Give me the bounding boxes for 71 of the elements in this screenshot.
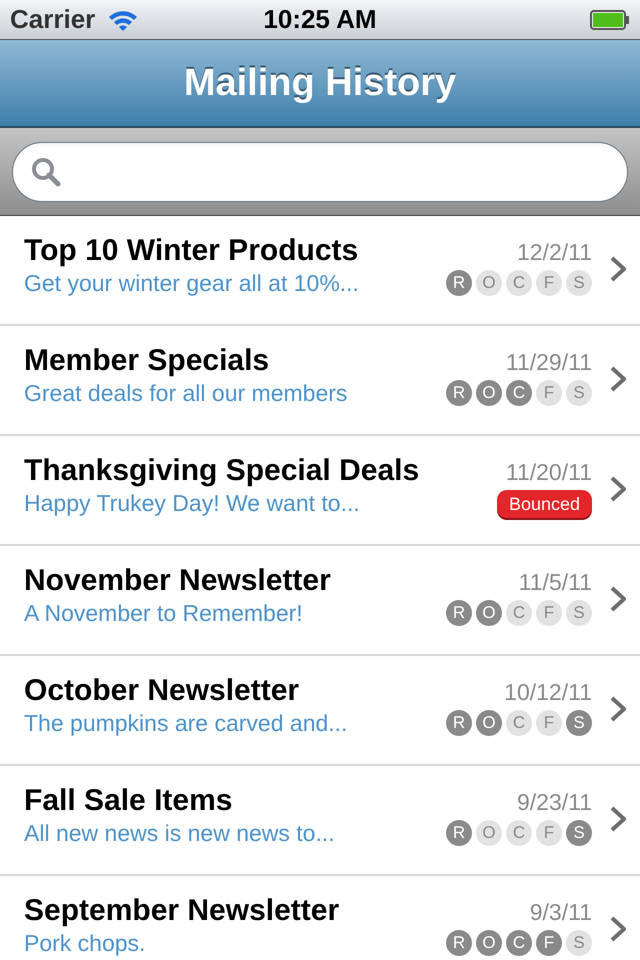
stat-indicator: C bbox=[506, 380, 532, 406]
bounced-badge: Bounced bbox=[496, 490, 592, 518]
stat-indicator: C bbox=[506, 930, 532, 956]
stat-indicator: O bbox=[476, 930, 502, 956]
mailing-title: Fall Sale Items bbox=[24, 784, 234, 818]
stat-indicator: S bbox=[566, 930, 592, 956]
stat-indicator: R bbox=[446, 270, 472, 296]
mailing-title: Member Specials bbox=[24, 344, 270, 378]
chevron-icon bbox=[610, 696, 626, 722]
mailing-date: 9/23/11 bbox=[516, 788, 592, 816]
stat-indicator: S bbox=[566, 380, 592, 406]
mailing-row[interactable]: Fall Sale Items All new news is new news to... 9/23/11 R O C F S bbox=[0, 766, 640, 876]
stat-indicator: F bbox=[536, 380, 562, 406]
chevron-icon bbox=[610, 806, 626, 832]
mailing-row[interactable]: November Newsletter A November to Remember! 11/5/11 R O C F S bbox=[0, 546, 640, 656]
mailing-date: 11/20/11 bbox=[506, 458, 592, 486]
mailing-row[interactable]: September Newsletter Pork chops. 9/3/11 R O C F S bbox=[0, 876, 640, 960]
stat-indicator: R bbox=[446, 710, 472, 736]
stat-indicator: C bbox=[506, 270, 532, 296]
stat-indicator: S bbox=[566, 820, 592, 846]
stat-indicator: O bbox=[476, 600, 502, 626]
chevron-icon bbox=[610, 256, 626, 282]
mailing-date: 10/12/11 bbox=[504, 678, 592, 706]
stat-indicator: F bbox=[536, 820, 562, 846]
stat-indicator: R bbox=[446, 930, 472, 956]
mailing-subtitle: All new news is new news to... bbox=[24, 820, 336, 846]
mailing-title: November Newsletter bbox=[24, 564, 332, 598]
stat-indicator: O bbox=[476, 710, 502, 736]
mailing-subtitle: Happy Trukey Day! We want to... bbox=[24, 490, 361, 516]
chevron-icon bbox=[610, 476, 626, 502]
mailing-date: 12/2/11 bbox=[516, 238, 592, 266]
stat-indicator: S bbox=[566, 600, 592, 626]
mailing-row[interactable]: October Newsletter The pumpkins are carved and... 10/12/11 R O C F S bbox=[0, 656, 640, 766]
mailing-row[interactable]: Top 10 Winter Products Get your winter gear all at 10%... 12/2/11 R O C F S bbox=[0, 216, 640, 326]
mailing-subtitle: Pork chops. bbox=[24, 930, 146, 956]
stat-indicator: R bbox=[446, 600, 472, 626]
stat-indicator: O bbox=[476, 270, 502, 296]
mailing-row[interactable]: Member Specials Great deals for all our members 11/29/11 R O C F S bbox=[0, 326, 640, 436]
carrier-label: Carrier bbox=[10, 3, 96, 36]
mailing-title: Top 10 Winter Products bbox=[24, 234, 360, 268]
mailing-title: September Newsletter bbox=[24, 894, 340, 928]
mailing-row[interactable]: Thanksgiving Special Deals Happy Trukey Day! We want to... 11/20/11 Bounced bbox=[0, 436, 640, 546]
stat-indicator: C bbox=[506, 600, 532, 626]
stat-indicator: F bbox=[536, 270, 562, 296]
stat-indicator: S bbox=[566, 270, 592, 296]
stat-indicator: R bbox=[446, 380, 472, 406]
mailing-date: 11/29/11 bbox=[506, 348, 592, 376]
mailing-subtitle: A November to Remember! bbox=[24, 600, 304, 626]
stat-indicator: F bbox=[536, 710, 562, 736]
stat-indicator: F bbox=[536, 600, 562, 626]
mailing-date: 11/5/11 bbox=[518, 568, 592, 596]
stat-indicator: O bbox=[476, 820, 502, 846]
battery-icon bbox=[590, 8, 630, 30]
search-icon bbox=[31, 156, 61, 186]
mailing-subtitle: Great deals for all our members bbox=[24, 380, 348, 406]
mailing-subtitle: The pumpkins are carved and... bbox=[24, 710, 348, 736]
stat-indicator: C bbox=[506, 710, 532, 736]
mailing-subtitle: Get your winter gear all at 10%... bbox=[24, 270, 360, 296]
status-time: 10:25 AM bbox=[263, 3, 377, 36]
mailing-date: 9/3/11 bbox=[530, 898, 592, 926]
mailing-title: Thanksgiving Special Deals bbox=[24, 454, 420, 488]
stat-indicator: S bbox=[566, 710, 592, 736]
stat-indicator: O bbox=[476, 380, 502, 406]
stat-indicator: C bbox=[506, 820, 532, 846]
mailing-title: October Newsletter bbox=[24, 674, 300, 708]
stat-indicator: R bbox=[446, 820, 472, 846]
chevron-icon bbox=[610, 916, 626, 942]
chevron-icon bbox=[610, 586, 626, 612]
stat-indicator: F bbox=[536, 930, 562, 956]
chevron-icon bbox=[610, 366, 626, 392]
nav-title: Mailing History bbox=[184, 60, 456, 106]
